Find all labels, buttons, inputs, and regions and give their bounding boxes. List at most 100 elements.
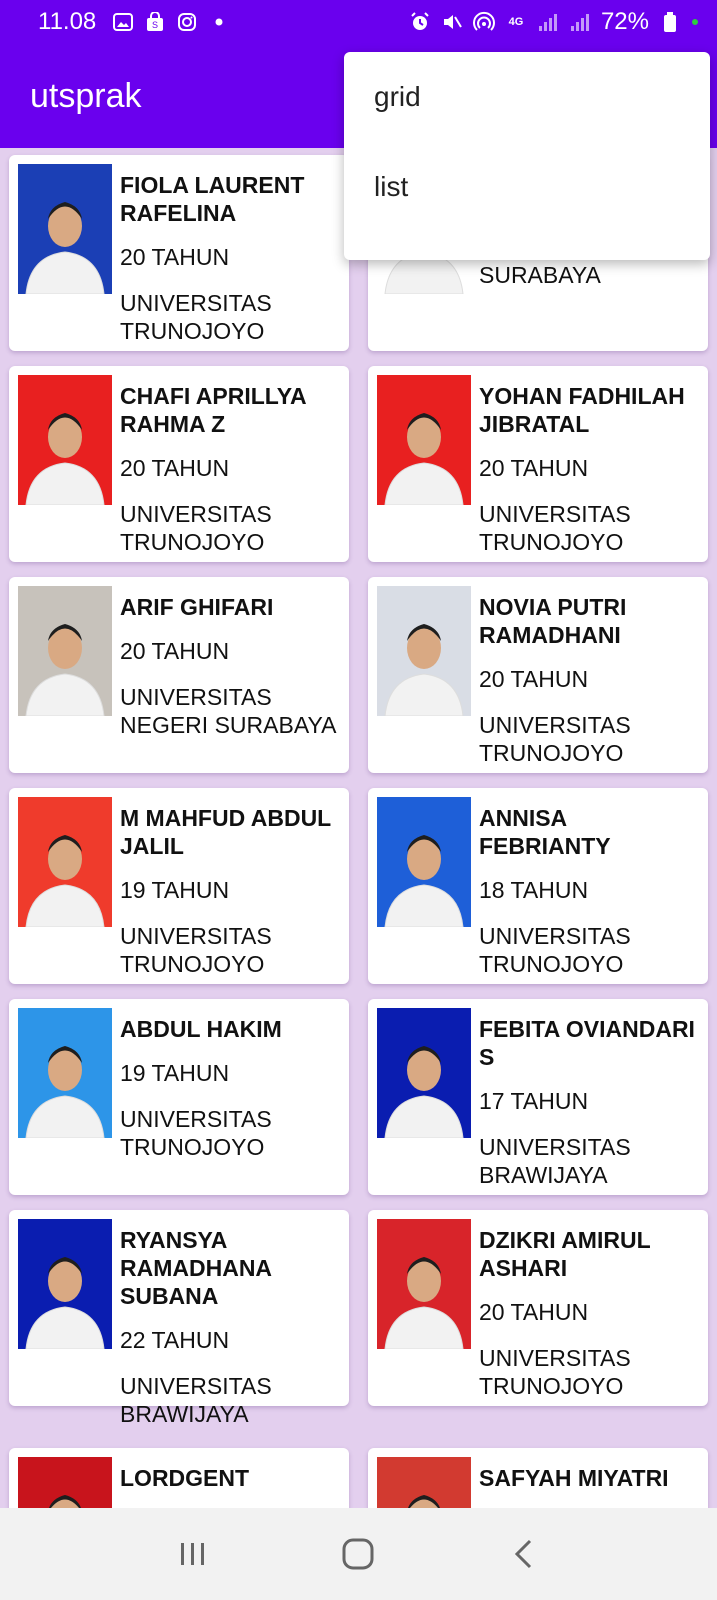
battery-percent: 72% xyxy=(600,8,649,35)
student-info: DZIKRI AMIRUL ASHARI 20 TAHUN UNIVERSITAS … xyxy=(479,1226,698,1400)
hotspot-icon xyxy=(472,11,495,33)
student-age: 20 TAHUN xyxy=(120,638,230,664)
status-time: 11.08 xyxy=(38,8,97,35)
shopping-bag-icon: S xyxy=(144,11,166,33)
student-university: UNIVERSITAS TRUNOJOYO xyxy=(479,501,631,555)
student-name: SAFYAH MIYATRI xyxy=(479,1465,669,1491)
student-card[interactable]: SAFYAH MIYATRI xyxy=(368,1448,708,1508)
student-grid[interactable]: FIOLA LAURENT RAFELINA 20 TAHUN UNIVERSITA… xyxy=(0,148,717,1508)
student-card[interactable]: ANNISA FEBRIANTY 18 TAHUN UNIVERSITAS TRUN… xyxy=(368,788,708,984)
student-university: UNIVERSITAS TRUNOJOYO xyxy=(120,501,272,555)
student-info: ARIF GHIFARI 20 TAHUN UNIVERSITAS NEGERI S… xyxy=(120,593,339,739)
student-age: 20 TAHUN xyxy=(120,455,230,481)
student-info: FIOLA LAURENT RAFELINA 20 TAHUN UNIVERSITA… xyxy=(120,171,339,345)
student-photo xyxy=(18,797,112,927)
signal-icon xyxy=(537,11,559,33)
student-photo xyxy=(18,164,112,294)
student-card[interactable]: DZIKRI AMIRUL ASHARI 20 TAHUN UNIVERSITAS … xyxy=(368,1210,708,1406)
student-info: ANNISA FEBRIANTY 18 TAHUN UNIVERSITAS TRUN… xyxy=(479,804,698,978)
navigation-bar xyxy=(0,1508,717,1600)
student-name: FIOLA LAURENT RAFELINA xyxy=(120,172,305,226)
recent-apps-icon xyxy=(180,1543,204,1565)
student-university: UNIVERSITAS BRAWIJAYA xyxy=(479,1134,631,1188)
student-info: YOHAN FADHILAH JIBRATAL 20 TAHUN UNIVERSIT… xyxy=(479,382,698,556)
student-photo xyxy=(18,1457,112,1508)
student-university: UNIVERSITAS TRUNOJOYO xyxy=(120,290,272,344)
student-info: RYANSYA RAMADHANA SUBANA 22 TAHUN UNIVERSI… xyxy=(120,1226,339,1428)
student-university: UNIVERSITAS TRUNOJOYO xyxy=(120,923,272,977)
student-name: ABDUL HAKIM xyxy=(120,1016,282,1042)
student-card[interactable]: CHAFI APRILLYA RAHMA Z 20 TAHUN UNIVERSITA… xyxy=(9,366,349,562)
student-info: ABDUL HAKIM 19 TAHUN UNIVERSITAS TRUNOJOYO xyxy=(120,1015,339,1161)
student-age: 18 TAHUN xyxy=(479,877,589,903)
student-age: 20 TAHUN xyxy=(479,1299,589,1325)
student-age: 20 TAHUN xyxy=(479,455,589,481)
student-info: CHAFI APRILLYA RAHMA Z 20 TAHUN UNIVERSITA… xyxy=(120,382,339,556)
student-card[interactable]: M MAHFUD ABDUL JALIL 19 TAHUN UNIVERSITAS … xyxy=(9,788,349,984)
student-photo xyxy=(377,797,471,927)
student-age: 17 TAHUN xyxy=(479,1088,589,1114)
student-university: UNIVERSITAS TRUNOJOYO xyxy=(479,1345,631,1399)
student-photo xyxy=(18,1219,112,1349)
student-photo xyxy=(18,586,112,716)
student-university: UNIVERSITAS NEGERI SURABAYA xyxy=(120,684,337,738)
student-info: LORDGENT xyxy=(120,1464,339,1508)
student-photo xyxy=(377,1457,471,1508)
signal-icon-2 xyxy=(569,11,591,33)
student-photo xyxy=(377,1008,471,1138)
student-card[interactable]: FIOLA LAURENT RAFELINA 20 TAHUN UNIVERSITA… xyxy=(9,155,349,351)
status-bar: 11.08 S 4G 72% xyxy=(0,0,717,44)
app-title: utsprak xyxy=(30,76,142,115)
student-photo xyxy=(377,1219,471,1349)
student-name: DZIKRI AMIRUL ASHARI xyxy=(479,1227,651,1281)
student-name: RYANSYA RAMADHANA SUBANA xyxy=(120,1227,272,1309)
student-info: FEBITA OVIANDARI S 17 TAHUN UNIVERSITAS BR… xyxy=(479,1015,698,1189)
student-age: 19 TAHUN xyxy=(120,1060,230,1086)
student-name: NOVIA PUTRI RAMADHANI xyxy=(479,594,627,648)
student-name: YOHAN FADHILAH JIBRATAL xyxy=(479,383,685,437)
recent-apps-button[interactable] xyxy=(163,1524,223,1584)
student-university: UNIVERSITAS BRAWIJAYA xyxy=(120,1373,272,1427)
gallery-icon xyxy=(112,11,134,33)
home-button[interactable] xyxy=(328,1524,388,1584)
menu-item-list[interactable]: list xyxy=(344,142,710,232)
student-photo xyxy=(18,375,112,505)
notification-dot-icon xyxy=(208,11,230,33)
student-card[interactable]: ABDUL HAKIM 19 TAHUN UNIVERSITAS TRUNOJOYO xyxy=(9,999,349,1195)
charging-dot-icon xyxy=(691,11,699,33)
student-card[interactable]: NOVIA PUTRI RAMADHANI 20 TAHUN UNIVERSITAS… xyxy=(368,577,708,773)
alarm-icon xyxy=(409,11,431,33)
student-age: 20 TAHUN xyxy=(120,244,230,270)
student-info: NOVIA PUTRI RAMADHANI 20 TAHUN UNIVERSITAS… xyxy=(479,593,698,767)
back-icon xyxy=(515,1539,532,1569)
overflow-menu: grid list xyxy=(344,52,710,260)
student-age: 20 TAHUN xyxy=(479,666,589,692)
student-age: 19 TAHUN xyxy=(120,877,230,903)
menu-item-grid[interactable]: grid xyxy=(344,52,710,142)
mute-icon xyxy=(441,11,463,33)
student-info: M MAHFUD ABDUL JALIL 19 TAHUN UNIVERSITAS … xyxy=(120,804,339,978)
student-name: ANNISA FEBRIANTY xyxy=(479,805,611,859)
student-photo xyxy=(377,375,471,505)
instagram-icon xyxy=(176,11,198,33)
student-university: UNIVERSITAS TRUNOJOYO xyxy=(479,923,631,977)
home-icon xyxy=(342,1538,374,1570)
student-name: FEBITA OVIANDARI S xyxy=(479,1016,695,1070)
student-name: M MAHFUD ABDUL JALIL xyxy=(120,805,331,859)
student-card[interactable]: FEBITA OVIANDARI S 17 TAHUN UNIVERSITAS BR… xyxy=(368,999,708,1195)
battery-icon xyxy=(659,11,681,33)
back-button[interactable] xyxy=(494,1524,554,1584)
student-card[interactable]: LORDGENT xyxy=(9,1448,349,1508)
student-name: CHAFI APRILLYA RAHMA Z xyxy=(120,383,306,437)
student-card[interactable]: RYANSYA RAMADHANA SUBANA 22 TAHUN UNIVERSI… xyxy=(9,1210,349,1427)
student-photo xyxy=(18,1008,112,1138)
student-name: LORDGENT xyxy=(120,1465,250,1491)
svg-text:S: S xyxy=(152,20,158,30)
student-card[interactable]: ARIF GHIFARI 20 TAHUN UNIVERSITAS NEGERI S… xyxy=(9,577,349,773)
student-info: SAFYAH MIYATRI xyxy=(479,1464,698,1508)
student-photo xyxy=(377,586,471,716)
student-university: UNIVERSITAS TRUNOJOYO xyxy=(120,1106,272,1160)
student-name: ARIF GHIFARI xyxy=(120,594,274,620)
student-age: 22 TAHUN xyxy=(120,1327,230,1353)
student-card[interactable]: YOHAN FADHILAH JIBRATAL 20 TAHUN UNIVERSIT… xyxy=(368,366,708,562)
